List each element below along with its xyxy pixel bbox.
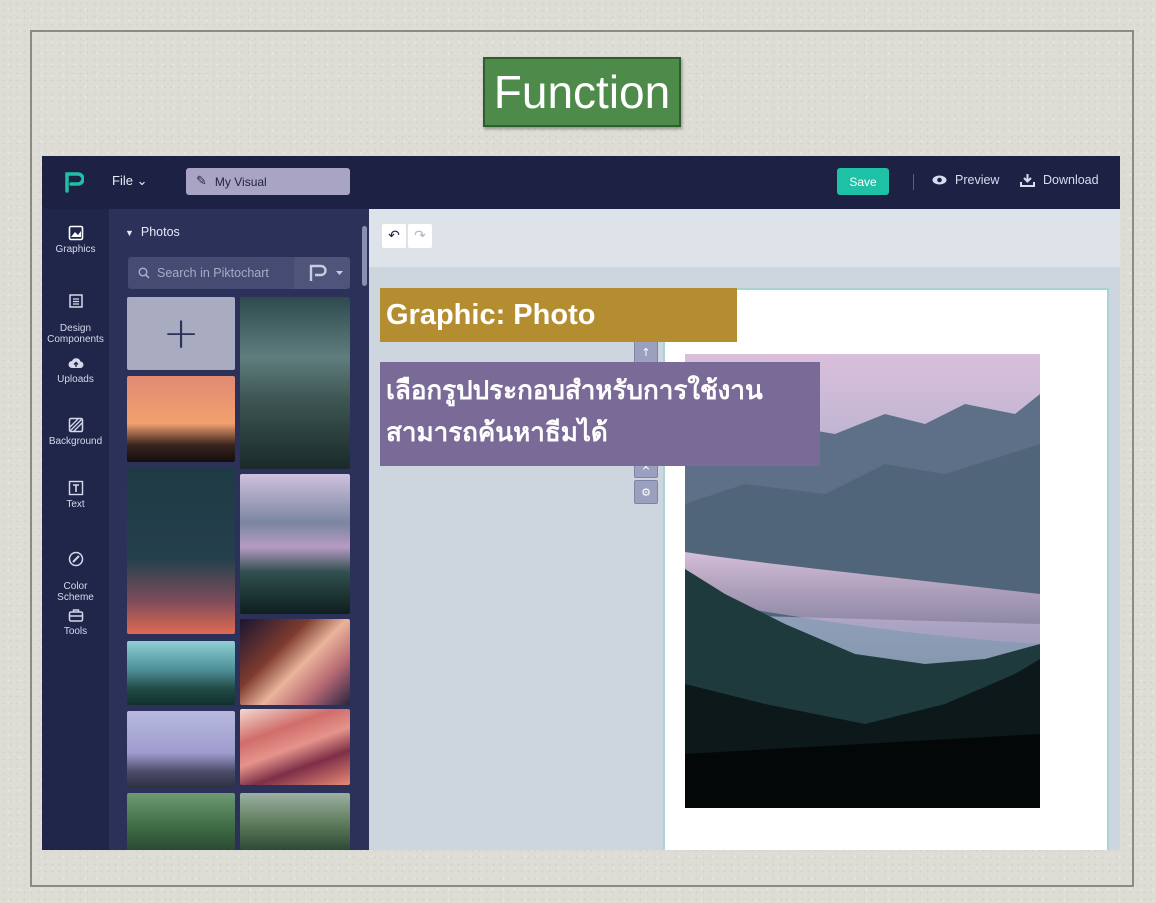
photos-panel: ▼ Photos Search in Piktochart + <box>109 209 369 850</box>
gear-icon: ⚙ <box>641 485 651 499</box>
search-placeholder: Search in Piktochart <box>157 266 269 280</box>
photo-source-dropdown[interactable] <box>294 257 350 289</box>
photo-thumbnail-palm-sunset[interactable] <box>127 376 235 462</box>
top-bar: File ⌄ ✎ My Visual Save Preview Download <box>42 156 1120 209</box>
description-annotation: เลือกรูปประกอบสำหรับการใช้งาน สามารถค้นห… <box>380 362 820 466</box>
download-label: Download <box>1043 173 1099 187</box>
hatched-square-icon <box>68 417 83 433</box>
divider <box>913 174 914 190</box>
photo-thumbnail-mountain-mist[interactable] <box>240 474 350 614</box>
grid-icon <box>68 294 83 308</box>
preview-button[interactable]: Preview <box>932 173 999 187</box>
preview-label: Preview <box>955 173 1000 187</box>
move-up-button[interactable]: ↑ <box>634 340 658 364</box>
file-menu[interactable]: File ⌄ <box>112 173 147 189</box>
graphic-photo-annotation: Graphic: Photo <box>380 288 737 342</box>
sidebar-item-tools[interactable]: Tools <box>42 607 109 637</box>
sidebar-item-label: Background <box>48 436 103 447</box>
sidebar-item-graphics[interactable]: Graphics <box>42 225 109 255</box>
photo-thumbnail-canyon[interactable] <box>240 619 350 705</box>
sidebar-item-text[interactable]: Text <box>42 480 109 510</box>
document-title-value: My Visual <box>214 174 267 189</box>
add-photo-button[interactable]: + <box>127 297 235 370</box>
eye-icon <box>932 175 947 185</box>
sidebar-item-uploads[interactable]: Uploads <box>42 355 109 385</box>
photo-thumbnail-green-hills[interactable] <box>127 641 235 705</box>
photo-thumbnail-lavender-peak[interactable] <box>127 711 235 787</box>
piktochart-source-icon <box>309 264 343 281</box>
sidebar-item-label: Design Components <box>47 323 104 345</box>
sidebar-item-background[interactable]: Background <box>42 417 109 447</box>
redo-button[interactable]: ↷ <box>408 224 432 248</box>
photo-thumbnail-red-waves[interactable] <box>240 709 350 785</box>
save-button[interactable]: Save <box>837 168 889 195</box>
caret-down-icon: ▼ <box>125 228 134 238</box>
palette-icon <box>68 551 83 567</box>
arrow-up-icon: ↑ <box>641 345 651 359</box>
sidebar-item-label: Color Scheme <box>57 581 94 603</box>
toolbox-icon <box>68 609 83 622</box>
edit-toolbar <box>369 209 1120 267</box>
redo-icon: ↷ <box>414 228 426 244</box>
chevron-down-icon: ⌄ <box>136 173 148 188</box>
sidebar-item-label: Graphics <box>55 244 96 255</box>
piktochart-logo-icon[interactable] <box>64 170 84 194</box>
cloud-upload-icon <box>68 358 84 369</box>
sidebar-item-label: Text <box>66 499 85 510</box>
sidebar-item-label: Tools <box>63 626 88 637</box>
pencil-icon: ✎ <box>196 174 207 189</box>
photo-search-input[interactable]: Search in Piktochart <box>128 257 294 289</box>
photo-thumbnail-bridge[interactable] <box>240 793 350 850</box>
slide-title: Function <box>483 57 681 127</box>
sidebar-item-design-components[interactable]: Design Components <box>42 282 109 345</box>
panel-scrollbar[interactable] <box>362 226 367 286</box>
undo-button[interactable]: ↶ <box>382 224 406 248</box>
photos-section-toggle[interactable]: ▼ Photos <box>125 225 180 239</box>
block-settings-button[interactable]: ⚙ <box>634 480 658 504</box>
photo-thumbnail-trees[interactable] <box>127 793 235 850</box>
sidebar-item-label: Uploads <box>57 374 94 385</box>
photos-section-label: Photos <box>140 225 180 239</box>
plus-icon: + <box>162 308 200 359</box>
document-title-field[interactable]: ✎ My Visual <box>186 168 350 195</box>
text-icon <box>68 480 83 496</box>
search-icon <box>138 267 150 279</box>
sidebar: Graphics Design Components Uploads Backg… <box>42 209 109 850</box>
sidebar-item-color-scheme[interactable]: Color Scheme <box>42 540 109 603</box>
undo-icon: ↶ <box>388 228 400 244</box>
image-icon <box>68 225 83 241</box>
photo-thumbnail-forest[interactable] <box>240 297 350 469</box>
photo-thumbnail-night-sky[interactable] <box>127 468 235 634</box>
file-menu-label: File <box>112 173 133 188</box>
download-icon <box>1020 174 1035 187</box>
download-button[interactable]: Download <box>1020 173 1099 187</box>
piktochart-editor: File ⌄ ✎ My Visual Save Preview Download… <box>42 156 1120 850</box>
